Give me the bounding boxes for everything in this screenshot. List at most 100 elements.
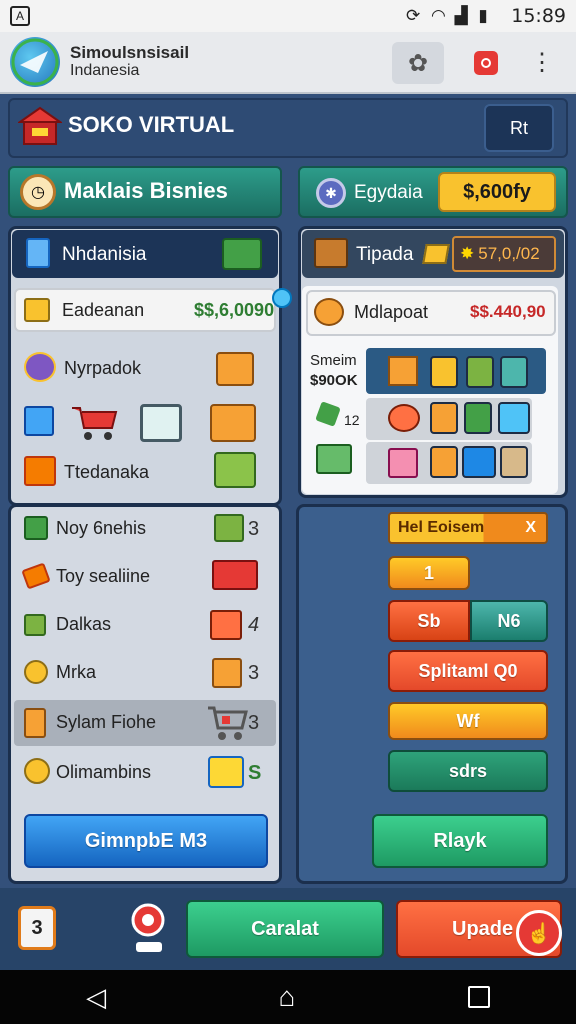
app-logo [10,37,60,87]
app-title: Simoulsnsisail [70,43,190,62]
tag-banner-label: Hel Eoisem [398,519,485,536]
slot-blue-2[interactable] [462,446,496,478]
produce-cart-icon [210,610,242,640]
clock: 15:89 [511,5,566,27]
gift-icon [24,456,56,486]
slot-tan[interactable] [500,446,528,478]
computer-icon[interactable] [140,404,182,442]
record-icon [474,51,498,75]
money-value: $,600fy [438,172,556,212]
list-item-count: 3 [248,662,260,684]
inventory-item-label: Nyrpadok [64,358,142,378]
summary-label: Eadeanan [62,300,145,320]
coins-icon [24,758,50,784]
action-button-2a[interactable]: Sb [388,600,470,642]
shop-summary-value: $$.440,90 [470,302,546,321]
info-dot-icon[interactable] [272,288,292,308]
list-action-button[interactable]: GimnpbE M3 [24,814,268,868]
delivery-truck-icon [208,756,244,788]
shop-bag-icon [214,514,244,542]
grapes-icon [24,352,56,382]
record-button[interactable] [470,48,502,78]
list-item-label: Sylam Fiohe [56,712,157,732]
action-button-4[interactable]: Wf [388,702,548,740]
cart-icon[interactable] [70,404,118,442]
storage-box-icon[interactable] [214,452,256,488]
action-button-2b[interactable]: N6 [470,600,548,642]
puzzle-icon: ✿ [407,49,429,77]
battery-icon: ▮ [478,6,488,25]
business-label: Maklais Bisnies [64,178,228,203]
list-item-count: 4 [248,614,260,636]
home-icon[interactable]: ⌂ [279,981,296,1013]
action-button-6[interactable]: Rlayk [372,814,548,868]
tag-banner[interactable]: Hel Eoisem X [388,512,548,544]
clock-icon: ◷ [20,174,56,210]
more-menu-button[interactable]: ⋮ [528,46,556,80]
status-bar: A 15:89 [0,0,576,32]
notification-icon: A [10,6,30,26]
list-item-label: Noy 6nehis [56,518,147,538]
tag-close[interactable]: X [525,519,536,537]
signal-icon: ▟ [454,6,468,25]
stat-label: Smeim [310,352,357,369]
slot-teal[interactable] [500,356,528,388]
more-vertical-icon: ⋮ [530,49,554,76]
slot-blue[interactable] [498,402,530,434]
shopping-cart-icon [206,704,248,742]
system-nav-bar: ◁ ⌂ [0,970,576,1024]
shop-icon [16,104,64,148]
shop-header-value: 57,0,/02 [478,244,540,263]
list-item-label: Mrka [56,662,96,682]
gold-bar-icon [422,244,450,264]
coin-bag-icon [314,298,344,326]
status-icons: ⟳ ◠ ▟ ▮ [406,6,488,26]
gift-box-icon [388,448,418,478]
cube-icon [26,238,50,268]
economy-label: Egydaia [354,182,423,203]
list-item-count: 3 [248,518,260,540]
list-item-label: Olimambins [56,762,152,782]
slot-orange-2[interactable] [430,446,458,478]
cash-register-icon [212,560,258,590]
plant-box-icon [316,444,352,474]
ledger-icon [24,614,46,636]
app-subtitle: Indanesia [70,62,140,79]
list-item-label: Dalkas [56,614,112,634]
inventory-title: Nhdanisia [62,244,147,265]
puzzle-button[interactable]: ✿ [392,42,444,84]
sync-icon: ⟳ [406,6,421,25]
header-button[interactable]: Rt [484,104,554,152]
crate-icon[interactable] [210,404,256,442]
action-button-5[interactable]: sdrs [388,750,548,792]
confirm-button[interactable]: Caralat [186,900,384,958]
shop-summary-label: Mdlapoat [354,302,429,322]
slot-orange[interactable] [430,402,458,434]
summary-value: $$,6,0090 [194,300,275,320]
hand-tap-icon[interactable]: ☝ [516,910,562,956]
gear-icon: ✱ [316,178,346,208]
shop-title: Tipada [356,244,414,265]
wifi-icon: ◠ [430,6,446,25]
shop-header-value-box: ✸ 57,0,/02 [452,236,556,272]
eyes-icon [388,404,420,432]
action-button-3[interactable]: Splitaml Q0 [388,650,548,692]
list-item-label: Toy sealiine [56,566,151,586]
stat-value: $90OK [310,372,358,389]
recents-icon[interactable] [467,986,490,1008]
list-item-count: S [248,762,262,784]
package-icon[interactable] [216,352,254,386]
stat-small: 12 [344,412,360,428]
location-pin-icon[interactable] [128,902,168,956]
back-icon[interactable]: ◁ [86,982,106,1013]
slot-green-2[interactable] [464,402,492,434]
box-icon [24,298,50,322]
slot-green[interactable] [466,356,494,388]
star-icon: ✸ [460,244,475,263]
level-badge-icon[interactable]: 3 [18,906,56,950]
chest-icon [314,238,348,268]
action-button-1[interactable]: 1 [388,556,470,590]
slot-yellow[interactable] [430,356,458,388]
money-icon [24,516,48,540]
level-badge-value: 3 [31,916,43,939]
